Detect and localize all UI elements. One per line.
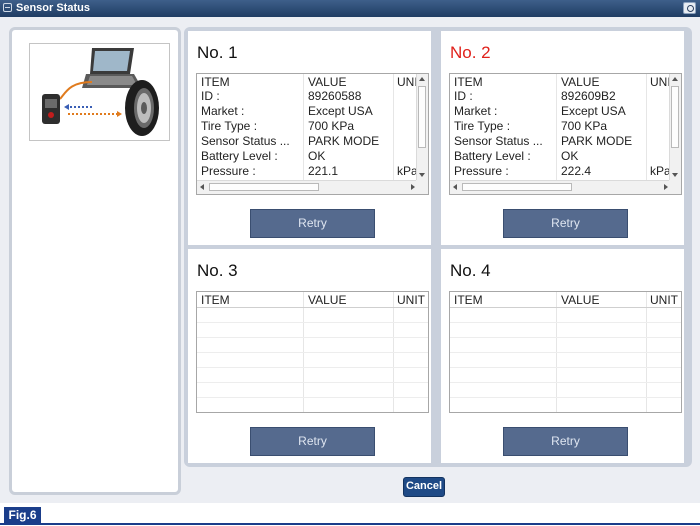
column-header-value: VALUE xyxy=(308,75,347,89)
table-row: Sensor Status ... PARK MODE xyxy=(454,134,633,148)
sensor-data-table: ITEM VALUE UNI ID : 892609B2 Market : Ex… xyxy=(449,73,682,195)
table-row: ID : 892609B2 xyxy=(454,89,616,103)
left-panel xyxy=(9,27,181,495)
scroll-left-icon[interactable] xyxy=(453,184,457,190)
table-row: Tire Type : 700 KPa xyxy=(454,119,608,133)
horizontal-scrollbar[interactable] xyxy=(450,180,671,194)
sensor-card-3: No. 3 ITEM VALUE UNIT Retry xyxy=(188,249,431,463)
figure-label: Fig.6 xyxy=(4,507,41,523)
scroll-thumb[interactable] xyxy=(671,86,679,148)
column-header-item: ITEM xyxy=(454,75,483,89)
table-row: Market : Except USA xyxy=(454,104,626,118)
title-bar: Sensor Status xyxy=(0,0,700,17)
tpms-tool-illustration xyxy=(29,43,170,141)
sensor-card-1: No. 1 ITEM VALUE UNI ID : 89260588 Marke… xyxy=(188,31,431,245)
scroll-thumb[interactable] xyxy=(462,183,572,191)
scroll-right-icon[interactable] xyxy=(664,184,668,190)
sensor-number: No. 2 xyxy=(450,43,491,62)
sensor-data-table: ITEM VALUE UNIT xyxy=(196,291,429,413)
retry-button[interactable]: Retry xyxy=(503,427,628,456)
vertical-scrollbar[interactable] xyxy=(416,74,428,180)
vertical-scrollbar[interactable] xyxy=(669,74,681,180)
column-header-unit: UNI xyxy=(650,75,671,89)
sensor-grid-panel: No. 1 ITEM VALUE UNI ID : 89260588 Marke… xyxy=(184,27,692,467)
sensor-card-4: No. 4 ITEM VALUE UNIT Retry xyxy=(441,249,684,463)
scroll-up-icon[interactable] xyxy=(672,77,678,81)
scroll-left-icon[interactable] xyxy=(200,184,204,190)
sensor-data-table: ITEM VALUE UNIT xyxy=(449,291,682,413)
column-header-value: VALUE xyxy=(308,293,347,307)
horizontal-scrollbar[interactable] xyxy=(197,180,418,194)
scroll-down-icon[interactable] xyxy=(419,173,425,177)
column-header-value: VALUE xyxy=(561,75,600,89)
table-row: Sensor Status ... PARK MODE xyxy=(201,134,380,148)
sensor-data-table: ITEM VALUE UNI ID : 89260588 Market : Ex… xyxy=(196,73,429,195)
sensor-card-2: No. 2 ITEM VALUE UNI ID : 892609B2 Marke… xyxy=(441,31,684,245)
tire-icon xyxy=(125,80,159,136)
column-header-item: ITEM xyxy=(201,293,230,307)
table-row: Battery Level : OK xyxy=(454,149,579,163)
window-control-button[interactable] xyxy=(683,2,696,14)
column-header-unit: UNI xyxy=(397,75,418,89)
sensor-number: No. 3 xyxy=(197,261,238,280)
table-row: Battery Level : OK xyxy=(201,149,326,163)
column-header-item: ITEM xyxy=(454,293,483,307)
column-header-item: ITEM xyxy=(201,75,230,89)
scroll-up-icon[interactable] xyxy=(419,77,425,81)
table-row: ID : 89260588 xyxy=(201,89,362,103)
sensor-number: No. 1 xyxy=(197,43,238,62)
sensor-status-window: Sensor Status No. 1 ITEM VALUE UNI ID: … xyxy=(0,0,700,503)
retry-button[interactable]: Retry xyxy=(503,209,628,238)
window-menu-icon[interactable] xyxy=(3,3,12,12)
scan-tool-icon xyxy=(42,94,60,124)
column-header-unit: UNIT xyxy=(650,293,678,307)
retry-button[interactable]: Retry xyxy=(250,209,375,238)
column-header-value: VALUE xyxy=(561,293,600,307)
retry-button[interactable]: Retry xyxy=(250,427,375,456)
scroll-thumb[interactable] xyxy=(418,86,426,148)
window-title: Sensor Status xyxy=(16,2,90,14)
scroll-thumb[interactable] xyxy=(209,183,319,191)
table-row: Market : Except USA xyxy=(201,104,373,118)
column-header-unit: UNIT xyxy=(397,293,425,307)
sensor-number: No. 4 xyxy=(450,261,491,280)
scroll-down-icon[interactable] xyxy=(672,173,678,177)
table-row: Tire Type : 700 KPa xyxy=(201,119,355,133)
scroll-right-icon[interactable] xyxy=(411,184,415,190)
table-row: Pressure : 222.4 kPa xyxy=(454,164,670,178)
figure-divider xyxy=(0,523,700,525)
table-row: Pressure : 221.1 kPa xyxy=(201,164,417,178)
cancel-button[interactable]: Cancel xyxy=(403,477,445,497)
